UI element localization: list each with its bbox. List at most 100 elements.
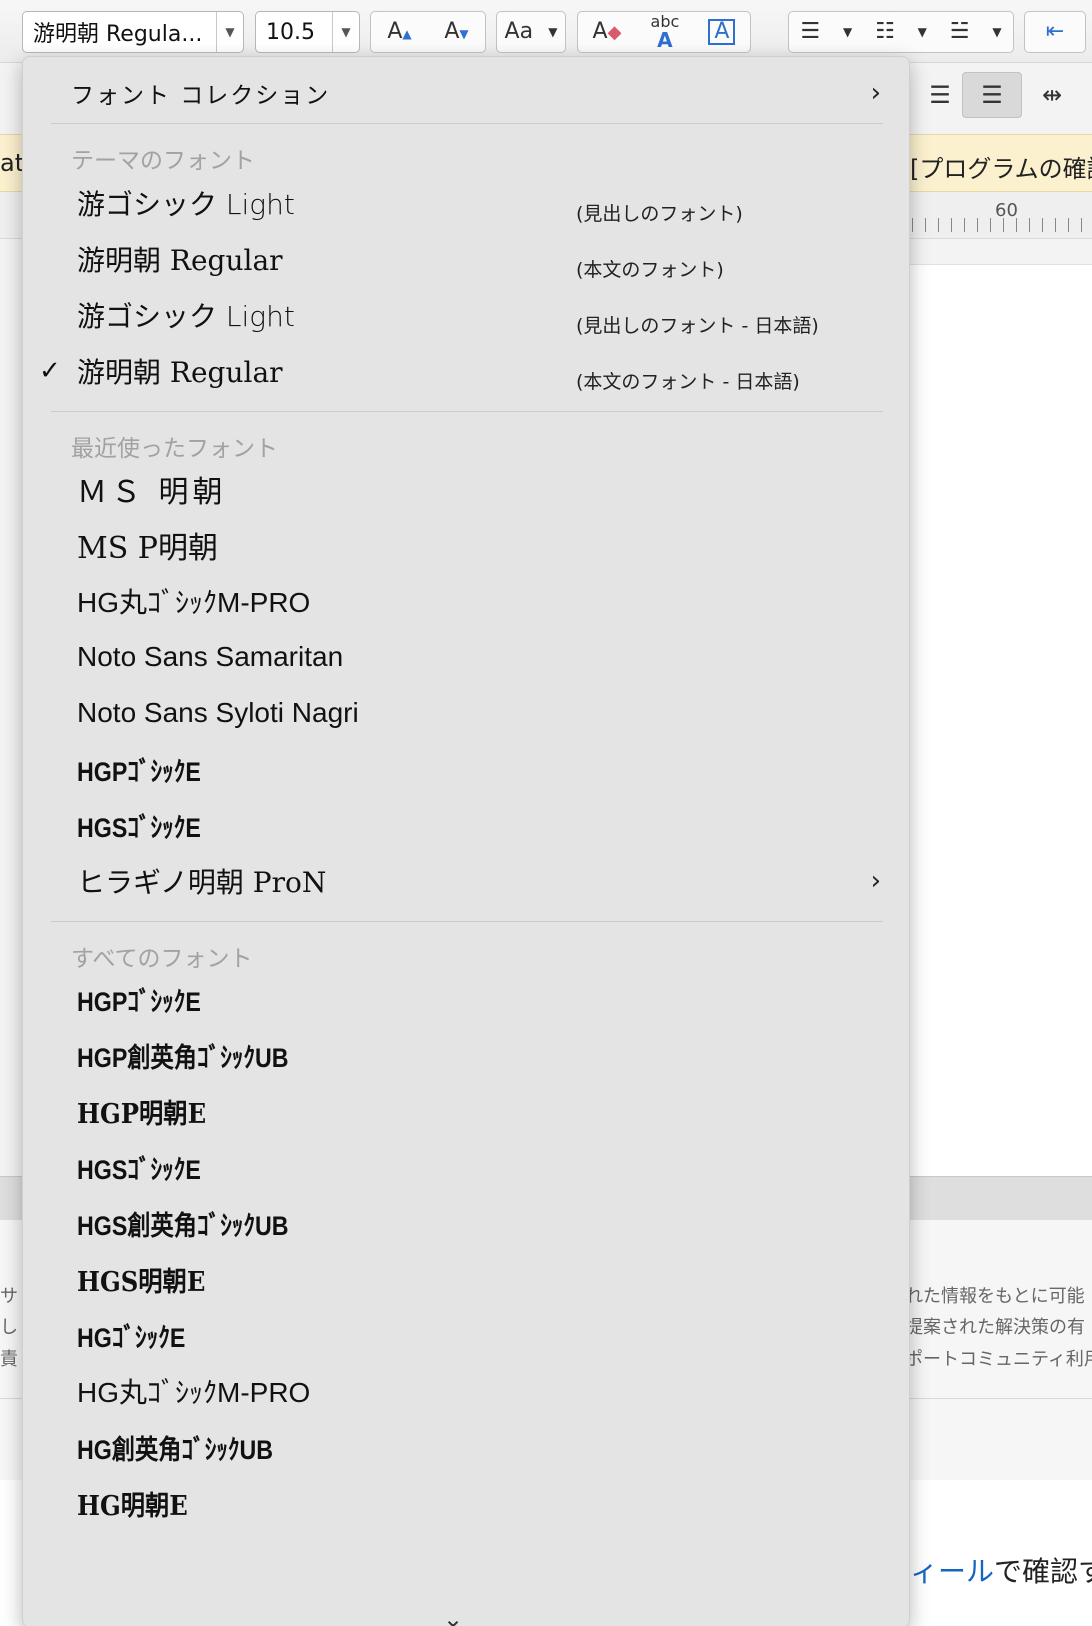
checkmark-icon: ✓ — [39, 356, 61, 386]
font-label: HG創英角ｺﾞｼｯｸUB — [77, 1434, 274, 1465]
recent-font-item[interactable]: MS P明朝 — [23, 517, 909, 573]
align-right-icon: ☰ — [929, 81, 951, 109]
font-label: HGPｺﾞｼｯｸE — [77, 756, 201, 787]
recent-font-item[interactable]: Noto Sans Syloti Nagri — [23, 685, 909, 741]
up-arrow-icon: ▲ — [402, 27, 412, 41]
font-collection-item[interactable]: フォント コレクション › — [23, 61, 909, 125]
chevron-down-icon: ▼ — [548, 25, 558, 39]
all-font-item[interactable]: HGP明朝E — [23, 1083, 909, 1139]
recent-font-item[interactable]: ヒラギノ明朝 ProN › — [23, 853, 909, 909]
all-font-item[interactable]: HGｺﾞｼｯｸE — [23, 1307, 909, 1363]
font-label: HGS創英角ｺﾞｼｯｸUB — [77, 1210, 289, 1241]
justify-button[interactable]: ☰ — [962, 72, 1022, 118]
font-label: HGP明朝E — [77, 1098, 207, 1130]
clear-format-button[interactable]: A◆ — [593, 21, 622, 43]
theme-font-item[interactable]: 游ゴシック Light (見出しのフォント) — [23, 175, 909, 231]
theme-fonts-header: テーマのフォント — [71, 148, 255, 174]
font-label: HGSｺﾞｼｯｸE — [77, 812, 201, 843]
font-dropdown-menu: フォント コレクション › テーマのフォント 游ゴシック Light (見出しの… — [22, 56, 910, 1626]
font-name-box[interactable]: 游明朝 Regula... ▼ — [22, 11, 244, 53]
bullets-icon[interactable]: ☰ — [800, 21, 820, 43]
font-label: Noto Sans Samaritan — [77, 641, 344, 672]
all-font-item[interactable]: HGS明朝E — [23, 1251, 909, 1307]
recent-font-item[interactable]: HG丸ｺﾞｼｯｸM-PRO — [23, 573, 909, 629]
recent-font-item[interactable]: Noto Sans Samaritan — [23, 629, 909, 685]
grow-font-button[interactable]: A▲ — [387, 21, 411, 43]
chevron-down-icon[interactable]: ▼ — [992, 26, 1001, 38]
font-label: HG丸ｺﾞｼｯｸM-PRO — [77, 587, 311, 618]
menu-separator — [51, 921, 883, 922]
font-note: (見出しのフォント - 日本語) — [576, 315, 819, 337]
word-window: 游明朝 Regula... ▼ 10.5 ▼ A▲ A▼ Aa ▼ A◆ abc… — [0, 0, 1092, 1626]
font-label: 游明朝 Regular — [77, 244, 283, 277]
all-font-item[interactable]: HGPｺﾞｼｯｸE — [23, 971, 909, 1027]
profile-link[interactable]: ィール — [910, 1555, 994, 1588]
font-label: MS P明朝 — [77, 531, 218, 566]
font-note: (本文のフォント - 日本語) — [576, 371, 800, 393]
all-font-item[interactable]: HGS創英角ｺﾞｼｯｸUB — [23, 1195, 909, 1251]
all-fonts-header: すべてのフォント — [71, 946, 253, 972]
ruler-number: 60 — [995, 200, 1018, 221]
recent-fonts-header: 最近使ったフォント — [71, 436, 278, 462]
font-label: HG明朝E — [77, 1490, 188, 1522]
menu-separator — [51, 411, 883, 412]
all-font-item[interactable]: HGSｺﾞｼｯｸE — [23, 1139, 909, 1195]
font-size-dropdown-icon[interactable]: ▼ — [332, 12, 359, 52]
eraser-icon: ◆ — [607, 22, 622, 43]
chevron-down-icon[interactable]: ▼ — [843, 26, 852, 38]
font-label: HGSｺﾞｼｯｸE — [77, 1154, 201, 1185]
chevron-right-icon: › — [870, 78, 881, 108]
font-size-box[interactable]: 10.5 ▼ — [255, 11, 360, 53]
font-label: HGPｺﾞｼｯｸE — [77, 986, 201, 1017]
scroll-down-chevron-icon[interactable]: ⌄ — [443, 1605, 463, 1626]
format-buttons: A◆ abc A A — [577, 11, 751, 53]
shrink-font-button[interactable]: A▼ — [444, 21, 468, 43]
font-label: HGP創英角ｺﾞｼｯｸUB — [77, 1042, 289, 1073]
font-collection-label: フォント コレクション — [71, 83, 331, 109]
recent-font-item[interactable]: HGPｺﾞｼｯｸE — [23, 741, 909, 797]
web-link-line: ィールで確認す — [910, 1550, 1092, 1590]
justify-icon: ☰ — [981, 81, 1003, 109]
list-buttons: ☰ ▼ ☷ ▼ ☱ ▼ — [788, 11, 1014, 53]
recent-font-item[interactable]: HGSｺﾞｼｯｸE — [23, 797, 909, 853]
web-left-char: サ — [0, 1286, 18, 1307]
distribute-button[interactable]: ⇹ — [1022, 72, 1082, 118]
down-arrow-icon: ▼ — [459, 27, 469, 41]
font-label: Noto Sans Syloti Nagri — [77, 697, 359, 728]
font-note: (見出しのフォント) — [576, 203, 743, 225]
change-case-label: Aa — [504, 19, 534, 44]
align-right-button[interactable]: ☰ — [910, 72, 970, 118]
document-page[interactable] — [910, 264, 1092, 1177]
text-effect-button[interactable]: abc A — [651, 14, 680, 51]
theme-font-item-selected[interactable]: ✓ 游明朝 Regular (本文のフォント - 日本語) — [23, 343, 909, 399]
grow-font-label: A — [387, 19, 403, 44]
all-font-item[interactable]: HG創英角ｺﾞｼｯｸUB — [23, 1419, 909, 1475]
chevron-down-icon[interactable]: ▼ — [918, 26, 927, 38]
numbering-icon[interactable]: ☷ — [875, 21, 895, 43]
font-name-dropdown-icon[interactable]: ▼ — [216, 12, 243, 52]
font-size-buttons: A▲ A▼ — [370, 11, 486, 53]
recent-font-item[interactable]: ＭＳ 明朝 — [23, 461, 909, 517]
web-left-char: 責 — [0, 1349, 18, 1370]
font-size-value: 10.5 — [266, 19, 315, 45]
web-text-line: れた情報をもとに可能 — [905, 1286, 1085, 1307]
decrease-indent-button[interactable]: ⇤ — [1024, 11, 1086, 53]
font-label: 游ゴシック Light — [77, 300, 295, 333]
chevron-right-icon: › — [870, 866, 881, 896]
multilevel-list-icon[interactable]: ☱ — [950, 21, 970, 43]
all-font-item[interactable]: HGP創英角ｺﾞｼｯｸUB — [23, 1027, 909, 1083]
message-right-text: [プログラムの確認] を選 — [910, 155, 1092, 183]
all-font-item[interactable]: HG丸ｺﾞｼｯｸM-PRO — [23, 1363, 909, 1419]
web-left-char: し — [0, 1317, 18, 1338]
web-link-suffix: で確認す — [994, 1555, 1092, 1588]
theme-font-item[interactable]: 游明朝 Regular (本文のフォント) — [23, 231, 909, 287]
font-label: HG丸ｺﾞｼｯｸM-PRO — [77, 1377, 311, 1408]
change-case-button[interactable]: Aa ▼ — [496, 11, 566, 53]
font-label: ヒラギノ明朝 ProN — [77, 866, 327, 899]
font-name-value: 游明朝 Regula... — [33, 22, 203, 47]
theme-font-item[interactable]: 游ゴシック Light (見出しのフォント - 日本語) — [23, 287, 909, 343]
text-box-button[interactable]: A — [708, 19, 736, 45]
web-text-line: 提案された解決策の有 — [905, 1317, 1085, 1338]
clear-format-label: A — [592, 19, 608, 44]
all-font-item[interactable]: HG明朝E — [23, 1475, 909, 1531]
